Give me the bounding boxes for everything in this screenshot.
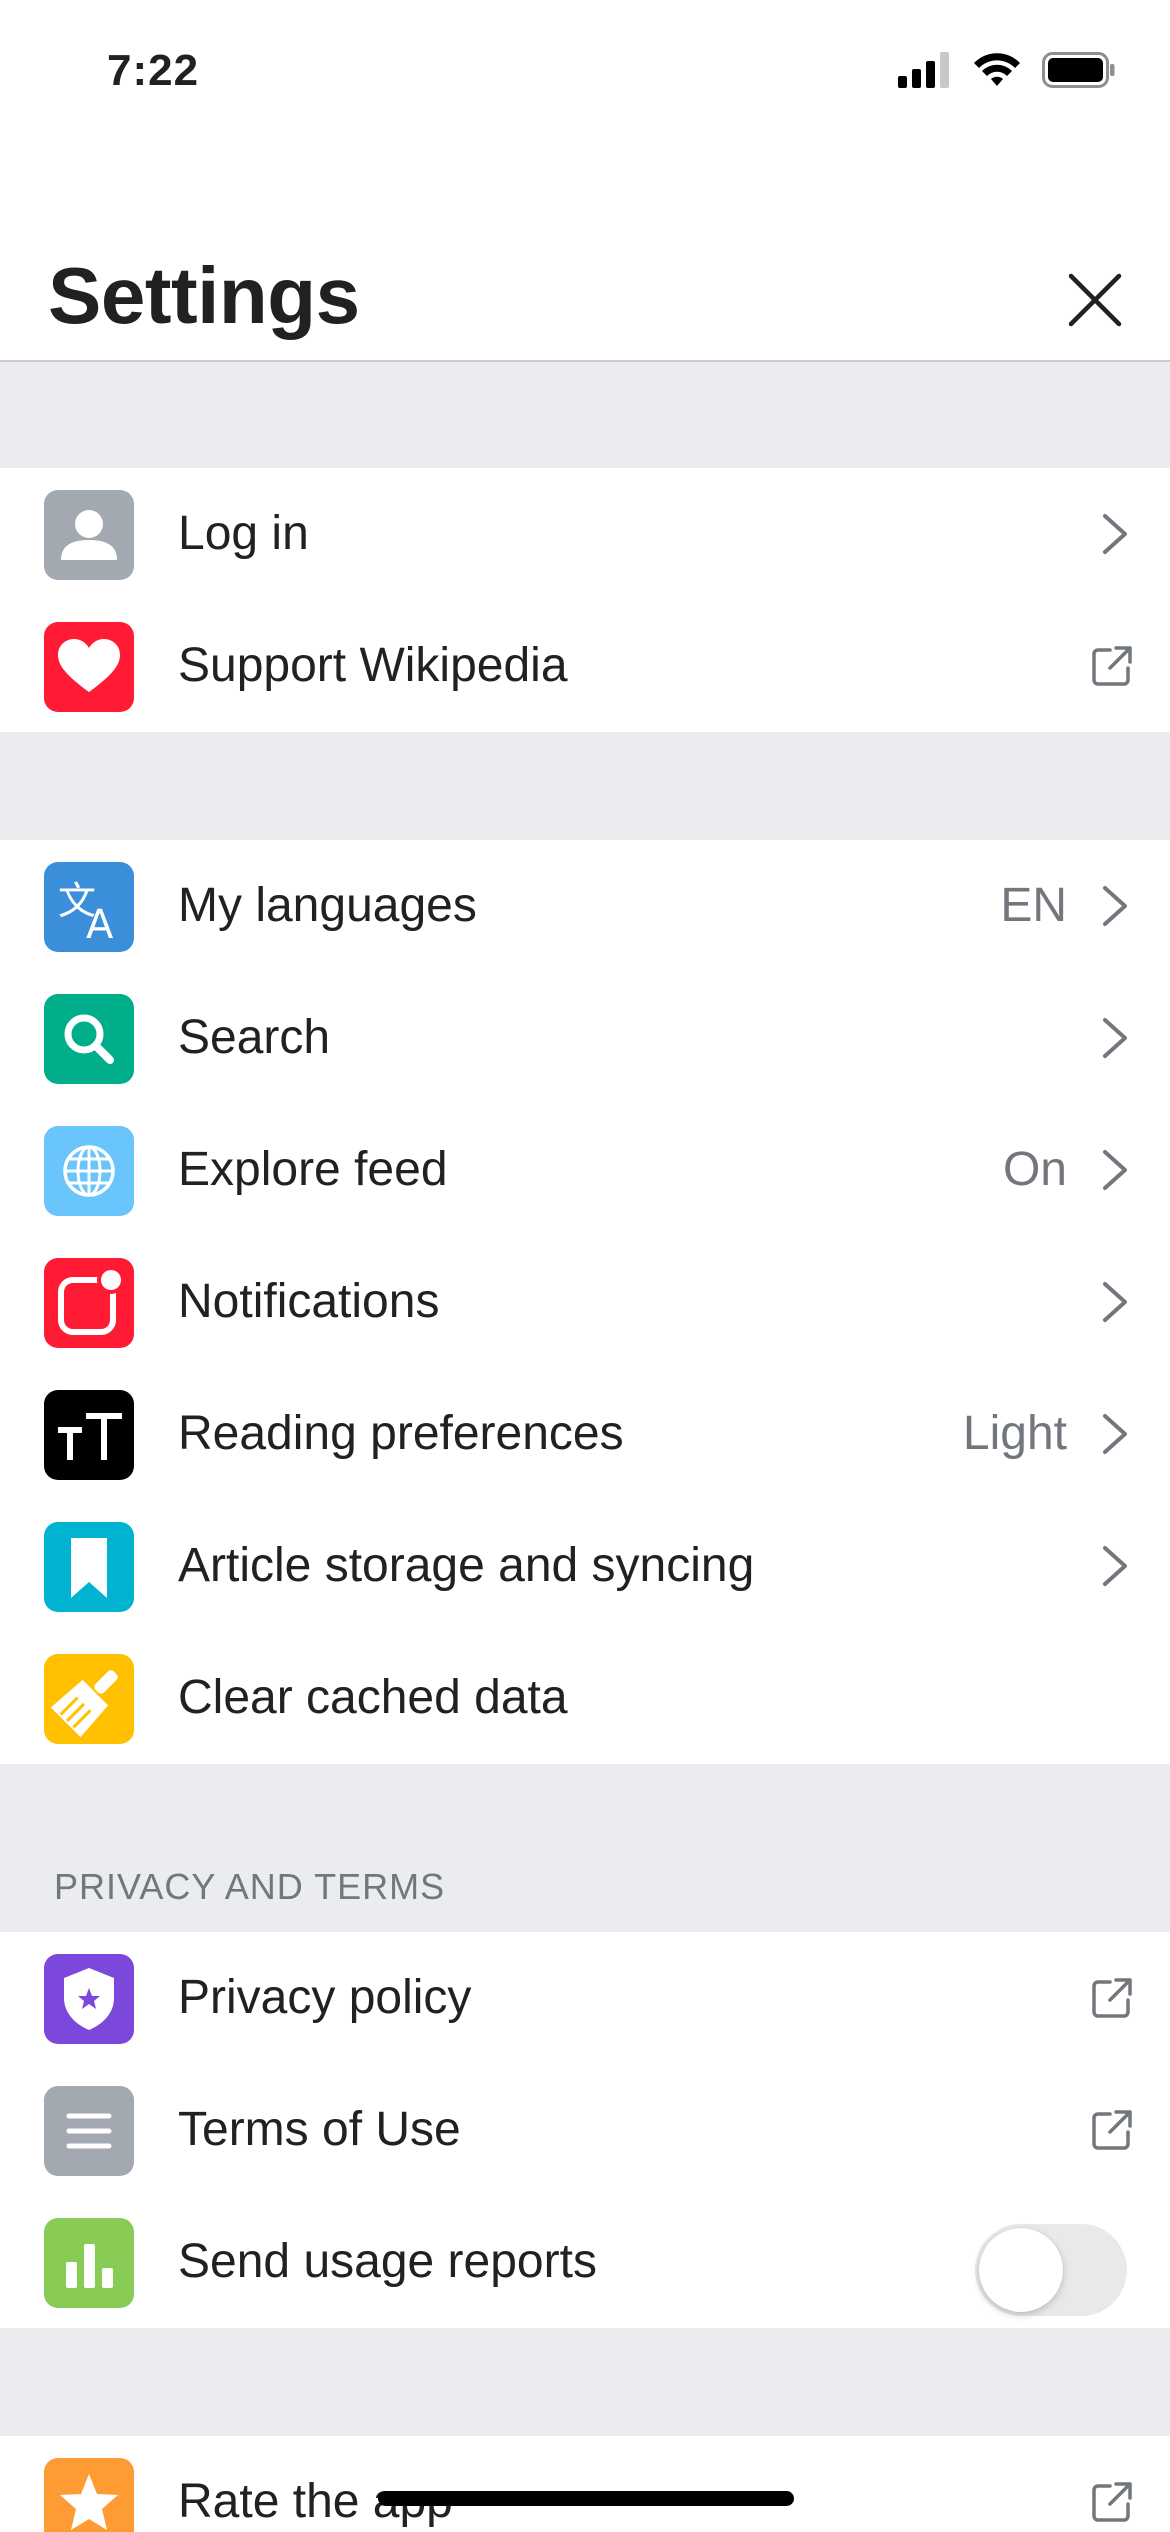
- status-icons: [898, 52, 1116, 88]
- chevron-right-icon: [1103, 1414, 1127, 1454]
- row-label: Privacy policy: [178, 1971, 472, 2024]
- row-label: Reading preferences: [178, 1407, 624, 1460]
- row-label: Support Wikipedia: [178, 639, 568, 692]
- page-title: Settings: [48, 251, 360, 340]
- row-label: Explore feed: [178, 1143, 448, 1196]
- usage-reports-toggle[interactable]: [975, 2224, 1127, 2316]
- settings-row-privacy-policy[interactable]: Privacy policy: [0, 1932, 1170, 2064]
- settings-row-terms-of-use[interactable]: Terms of Use: [0, 2064, 1170, 2196]
- row-value: Light: [962, 1407, 1067, 1460]
- row-label: Clear cached data: [178, 1671, 568, 1724]
- settings-row-notifications[interactable]: Notifications: [0, 1236, 1170, 1368]
- row-label: Notifications: [178, 1275, 440, 1328]
- toggle-knob: [979, 2228, 1063, 2312]
- external-link-icon: [1092, 2482, 1132, 2522]
- close-button[interactable]: [1060, 265, 1130, 335]
- broom-icon: [44, 1654, 134, 1744]
- battery-icon: [1042, 52, 1115, 88]
- chevron-right-icon: [1103, 886, 1127, 926]
- star-icon: [44, 2458, 134, 2532]
- settings-header: Settings: [0, 150, 1170, 362]
- settings-row-rate-the-app[interactable]: Rate the app: [0, 2436, 1170, 2532]
- cellular-signal-icon: [898, 52, 949, 88]
- chevron-right-icon: [1103, 1018, 1127, 1058]
- external-link-icon: [1092, 646, 1132, 686]
- settings-row-reading-preferences[interactable]: Reading preferences Light: [0, 1368, 1170, 1500]
- settings-row-article-storage[interactable]: Article storage and syncing: [0, 1500, 1170, 1632]
- chevron-right-icon: [1103, 1282, 1127, 1322]
- home-indicator[interactable]: [378, 2491, 794, 2506]
- privacy-group: Privacy policy Terms of Use Send usage r…: [0, 1932, 1170, 2328]
- account-group: Log in Support Wikipedia: [0, 468, 1170, 732]
- feedback-group: Rate the app: [0, 2436, 1170, 2532]
- notification-icon: [44, 1258, 134, 1348]
- row-label: Log in: [178, 507, 309, 560]
- status-bar: 7:22: [0, 0, 1170, 150]
- row-label: Send usage reports: [178, 2235, 597, 2288]
- svg-text:A: A: [86, 902, 114, 948]
- external-link-icon: [1092, 2110, 1132, 2150]
- bookmark-icon: [44, 1522, 134, 1612]
- row-label: Search: [178, 1011, 331, 1064]
- row-label: Rate the app: [178, 2475, 453, 2528]
- settings-row-explore-feed[interactable]: Explore feed On: [0, 1104, 1170, 1236]
- chevron-right-icon: [1103, 1150, 1127, 1190]
- heart-icon: [44, 622, 134, 712]
- status-time: 7:22: [107, 46, 200, 95]
- row-label: My languages: [178, 879, 477, 932]
- wifi-icon: [974, 53, 1020, 86]
- settings-row-support-wikipedia[interactable]: Support Wikipedia: [0, 600, 1170, 732]
- row-value: On: [1002, 1143, 1067, 1196]
- user-icon: [44, 490, 134, 580]
- row-value: EN: [1000, 879, 1067, 932]
- translate-icon: 文 A: [44, 862, 134, 952]
- text-size-icon: [44, 1390, 134, 1480]
- bar-chart-icon: [44, 2218, 134, 2308]
- search-icon: [44, 994, 134, 1084]
- shield-icon: [44, 1954, 134, 2044]
- main-settings-group: 文 A My languages EN Search Explore feed …: [0, 840, 1170, 1764]
- settings-row-log-in[interactable]: Log in: [0, 468, 1170, 600]
- row-label: Terms of Use: [178, 2103, 461, 2156]
- chevron-right-icon: [1103, 1546, 1127, 1586]
- chevron-right-icon: [1103, 514, 1127, 554]
- settings-row-search[interactable]: Search: [0, 972, 1170, 1104]
- globe-icon: [44, 1126, 134, 1216]
- close-icon: [1068, 273, 1122, 327]
- settings-row-clear-cached-data[interactable]: Clear cached data: [0, 1632, 1170, 1764]
- section-header-privacy: PRIVACY AND TERMS: [54, 1866, 446, 1907]
- external-link-icon: [1092, 1978, 1132, 2018]
- settings-row-send-usage-reports: Send usage reports: [0, 2196, 1170, 2328]
- document-lines-icon: [44, 2086, 134, 2176]
- row-label: Article storage and syncing: [178, 1539, 755, 1592]
- settings-row-my-languages[interactable]: 文 A My languages EN: [0, 840, 1170, 972]
